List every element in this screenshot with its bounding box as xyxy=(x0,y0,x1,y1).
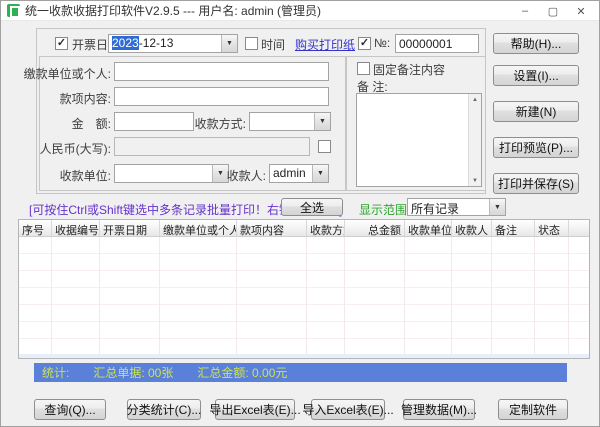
method-combobox[interactable]: ▼ xyxy=(249,112,331,131)
col-header-index[interactable]: 序号 xyxy=(19,220,52,236)
payee-combobox[interactable]: admin ▼ xyxy=(269,164,329,183)
scroll-down-icon[interactable]: ▼ xyxy=(469,175,481,186)
invoice-date-checkbox[interactable]: ✓ xyxy=(55,37,68,50)
col-header-date[interactable]: 开票日期 xyxy=(100,220,160,236)
new-button[interactable]: 新建(N) xyxy=(493,101,579,122)
check-icon: ✓ xyxy=(360,37,369,49)
records-table: 序号 收据编号 开票日期 缴款单位或个人 款项内容 收款方式 总金额 收款单位 … xyxy=(18,219,590,359)
col-header-unit[interactable]: 收款单位 xyxy=(405,220,452,236)
stats-total-docs: 汇总单据: 00张 xyxy=(93,364,173,381)
statistics-bar: 统计: 汇总单据: 00张 汇总金额: 0.00元 xyxy=(34,363,567,382)
display-range-value: 所有记录 xyxy=(411,202,459,216)
export-excel-button[interactable]: 导出Excel表(E)... xyxy=(215,399,295,420)
close-icon[interactable]: ✕ xyxy=(567,2,595,20)
stats-prefix: 统计: xyxy=(42,364,69,381)
time-checkbox[interactable] xyxy=(245,37,258,50)
rmb-caps-input xyxy=(114,137,310,156)
title-bar: 统一收款收据打印软件V2.9.5 --- 用户名: admin (管理员) – … xyxy=(1,1,599,21)
payer-label: 缴款单位或个人: xyxy=(11,65,111,82)
col-header-receipt-no[interactable]: 收据编号 xyxy=(52,220,100,236)
minimize-icon[interactable]: – xyxy=(511,2,539,20)
fixed-remark-checkbox[interactable] xyxy=(357,62,370,75)
window-controls: – ▢ ✕ xyxy=(511,1,595,21)
payee-value: admin xyxy=(273,166,306,180)
check-icon: ✓ xyxy=(57,37,66,49)
unit-label: 收款单位: xyxy=(11,167,111,184)
category-stats-button[interactable]: 分类统计(C)... xyxy=(127,399,201,420)
window-title: 统一收款收据打印软件V2.9.5 --- 用户名: admin (管理员) xyxy=(25,2,321,19)
print-preview-button[interactable]: 打印预览(P)... xyxy=(493,137,579,158)
display-range-combobox[interactable]: 所有记录 ▼ xyxy=(407,198,506,216)
invoice-date-combobox[interactable]: 2023-12-13 ▼ xyxy=(108,34,238,53)
payer-input[interactable] xyxy=(114,62,329,81)
scroll-up-icon[interactable]: ▲ xyxy=(469,94,481,105)
rmb-auto-checkbox[interactable] xyxy=(318,140,331,153)
buy-paper-link[interactable]: 购买打印纸 xyxy=(295,36,355,53)
stats-total-amount: 汇总金额: 0.00元 xyxy=(197,364,287,381)
chevron-down-icon[interactable]: ▼ xyxy=(489,199,505,215)
table-header-row: 序号 收据编号 开票日期 缴款单位或个人 款项内容 收款方式 总金额 收款单位 … xyxy=(19,220,589,237)
rmb-caps-label: 人民币(大写): xyxy=(11,140,111,157)
display-range-label: 显示范围: xyxy=(359,201,410,218)
col-header-remark[interactable]: 备注 xyxy=(492,220,535,236)
main-area: ✓ 开票日期: 2023-12-13 ▼ 时间 购买打印纸 ✓ №: 缴款单位或… xyxy=(1,21,599,426)
remark-scrollbar[interactable]: ▲ ▼ xyxy=(468,94,481,186)
col-header-content[interactable]: 款项内容 xyxy=(237,220,307,236)
table-bottom-strip xyxy=(19,354,589,358)
remark-textarea[interactable]: ▲ ▼ xyxy=(356,93,482,187)
chevron-down-icon[interactable]: ▼ xyxy=(221,35,237,52)
date-selected-part: 2023 xyxy=(112,36,139,50)
date-rest-part: -12-13 xyxy=(139,36,174,50)
content-input[interactable] xyxy=(114,87,329,106)
chevron-down-icon[interactable]: ▼ xyxy=(312,165,328,182)
col-header-status[interactable]: 状态 xyxy=(535,220,569,236)
print-save-button[interactable]: 打印并保存(S) xyxy=(493,173,579,194)
payee-label: 收款人: xyxy=(191,167,266,184)
col-header-payer[interactable]: 缴款单位或个人 xyxy=(160,220,237,236)
select-all-button[interactable]: 全选 xyxy=(281,198,343,216)
manage-data-button[interactable]: 管理数据(M)... xyxy=(403,399,475,420)
amount-label: 金 额: xyxy=(11,115,111,132)
receipt-no-label: №: xyxy=(374,36,390,50)
settings-button[interactable]: 设置(I)... xyxy=(493,65,579,86)
col-header-filler xyxy=(569,220,589,236)
time-checkbox-label: 时间 xyxy=(261,36,285,53)
col-header-method[interactable]: 收款方式 xyxy=(307,220,345,236)
app-icon xyxy=(7,4,20,17)
chevron-down-icon[interactable]: ▼ xyxy=(314,113,330,130)
import-excel-button[interactable]: 导入Excel表(E)... xyxy=(311,399,385,420)
maximize-icon[interactable]: ▢ xyxy=(539,2,567,20)
table-body[interactable] xyxy=(19,237,589,358)
table-grid-lines xyxy=(19,237,589,358)
help-button[interactable]: 帮助(H)... xyxy=(493,33,579,54)
receipt-no-checkbox[interactable]: ✓ xyxy=(358,37,371,50)
receipt-no-input[interactable] xyxy=(395,34,479,53)
col-header-payee[interactable]: 收款人 xyxy=(452,220,492,236)
app-window: 统一收款收据打印软件V2.9.5 --- 用户名: admin (管理员) – … xyxy=(0,0,600,427)
col-header-amount[interactable]: 总金额 xyxy=(345,220,405,236)
content-label: 款项内容: xyxy=(11,90,111,107)
custom-software-button[interactable]: 定制软件 xyxy=(498,399,568,420)
fixed-remark-label: 固定备注内容 xyxy=(373,61,445,78)
method-label: 收款方式: xyxy=(166,115,246,132)
query-button[interactable]: 查询(Q)... xyxy=(34,399,106,420)
